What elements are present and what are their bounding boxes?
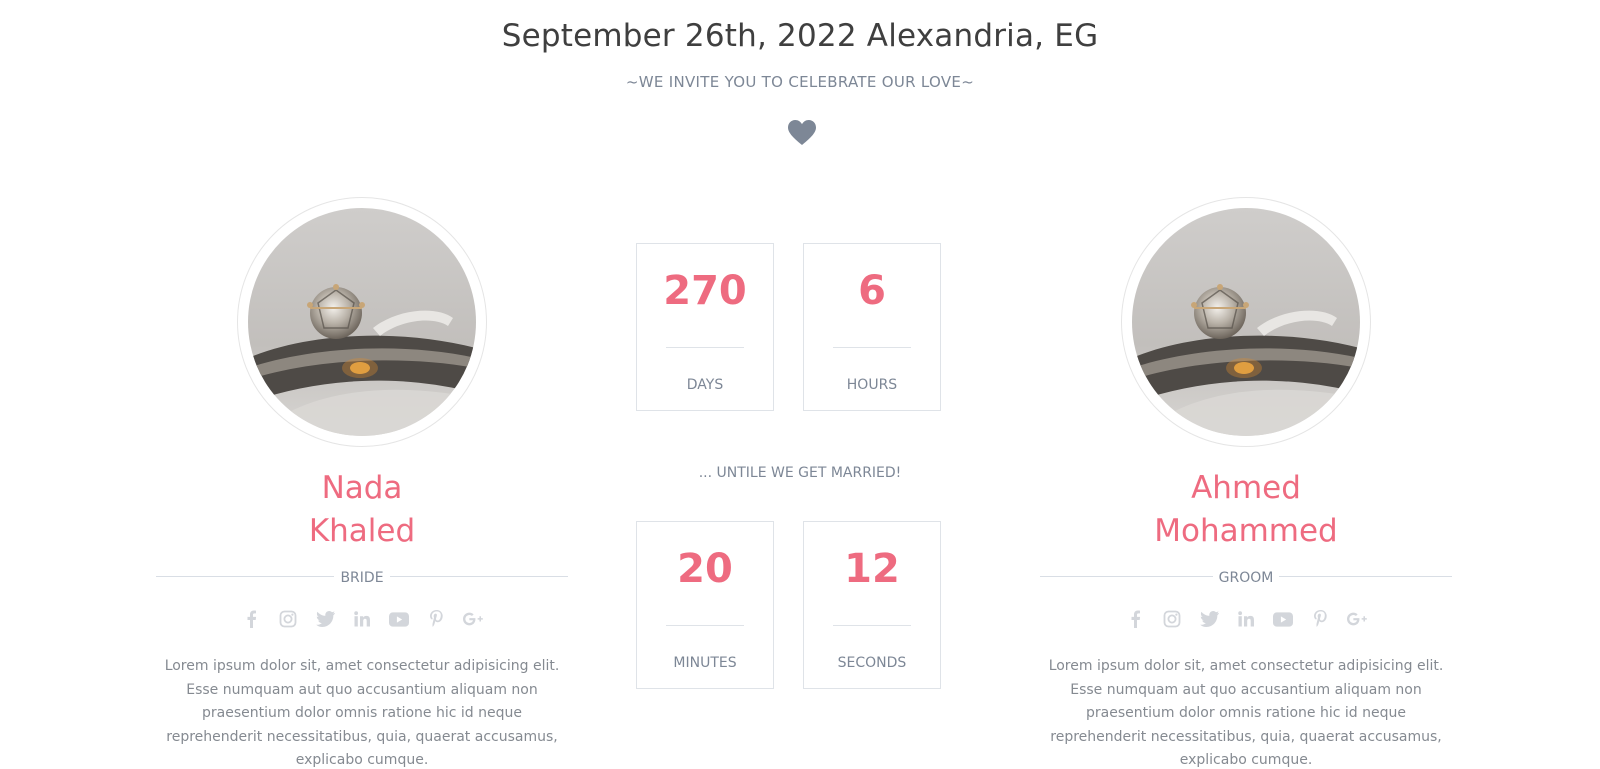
instagram-icon[interactable] (1162, 609, 1182, 629)
countdown-days: 270 DAYS (636, 243, 774, 411)
facebook-icon[interactable] (241, 609, 261, 629)
bride-social-links (156, 609, 568, 631)
google-plus-icon[interactable] (463, 609, 483, 629)
countdown-hours: 6 HOURS (803, 243, 941, 411)
box-divider (666, 625, 744, 626)
groom-last-name: Mohammed (1154, 513, 1338, 549)
bride-role: BRIDE (334, 569, 390, 587)
days-value: 270 (663, 268, 747, 314)
instagram-icon[interactable] (278, 609, 298, 629)
linkedin-icon[interactable] (1236, 609, 1256, 629)
linkedin-icon[interactable] (352, 609, 372, 629)
seconds-label: SECONDS (837, 655, 907, 671)
countdown-caption: ... UNTILE WE GET MARRIED! (698, 465, 902, 481)
box-divider (833, 347, 911, 348)
bride-avatar (248, 208, 476, 436)
bride-avatar-frame (237, 197, 487, 447)
box-divider (833, 625, 911, 626)
box-divider (666, 347, 744, 348)
days-label: DAYS (686, 377, 724, 393)
seconds-value: 12 (844, 546, 900, 592)
bride-card: Nada Khaled BRIDE Lorem ipsum dolor sit,… (156, 197, 568, 769)
groom-bio: Lorem ipsum dolor sit, amet consectetur … (1048, 658, 1444, 768)
groom-avatar (1132, 208, 1360, 436)
countdown-minutes: 20 MINUTES (636, 521, 774, 689)
groom-role: GROOM (1212, 569, 1280, 587)
facebook-icon[interactable] (1125, 609, 1145, 629)
hours-label: HOURS (846, 377, 898, 393)
countdown-seconds: 12 SECONDS (803, 521, 941, 689)
hours-value: 6 (858, 268, 886, 314)
invitation-tagline: ~WE INVITE YOU TO CELEBRATE OUR LOVE~ (625, 73, 975, 91)
groom-card: Ahmed Mohammed GROOM Lorem ipsum dolor s… (1040, 197, 1452, 769)
event-date-location: September 26th, 2022 Alexandria, EG (501, 18, 1099, 54)
groom-social-links (1040, 609, 1452, 631)
bride-name: Nada Khaled (156, 467, 568, 553)
pinterest-icon[interactable] (426, 609, 446, 629)
heart-icon (788, 120, 816, 145)
pinterest-icon[interactable] (1310, 609, 1330, 629)
bride-bio: Lorem ipsum dolor sit, amet consectetur … (164, 658, 560, 768)
groom-name: Ahmed Mohammed (1040, 467, 1452, 553)
wedding-page: September 26th, 2022 Alexandria, EG ~WE … (0, 0, 1600, 769)
bride-first-name: Nada (321, 470, 403, 506)
groom-first-name: Ahmed (1191, 470, 1301, 506)
twitter-icon[interactable] (1199, 609, 1219, 629)
youtube-icon[interactable] (389, 609, 409, 629)
minutes-label: MINUTES (673, 655, 737, 671)
google-plus-icon[interactable] (1347, 609, 1367, 629)
groom-avatar-frame (1121, 197, 1371, 447)
bride-role-divider: BRIDE (156, 567, 568, 587)
bride-last-name: Khaled (308, 513, 416, 549)
twitter-icon[interactable] (315, 609, 335, 629)
minutes-value: 20 (677, 546, 733, 592)
groom-role-divider: GROOM (1040, 567, 1452, 587)
youtube-icon[interactable] (1273, 609, 1293, 629)
